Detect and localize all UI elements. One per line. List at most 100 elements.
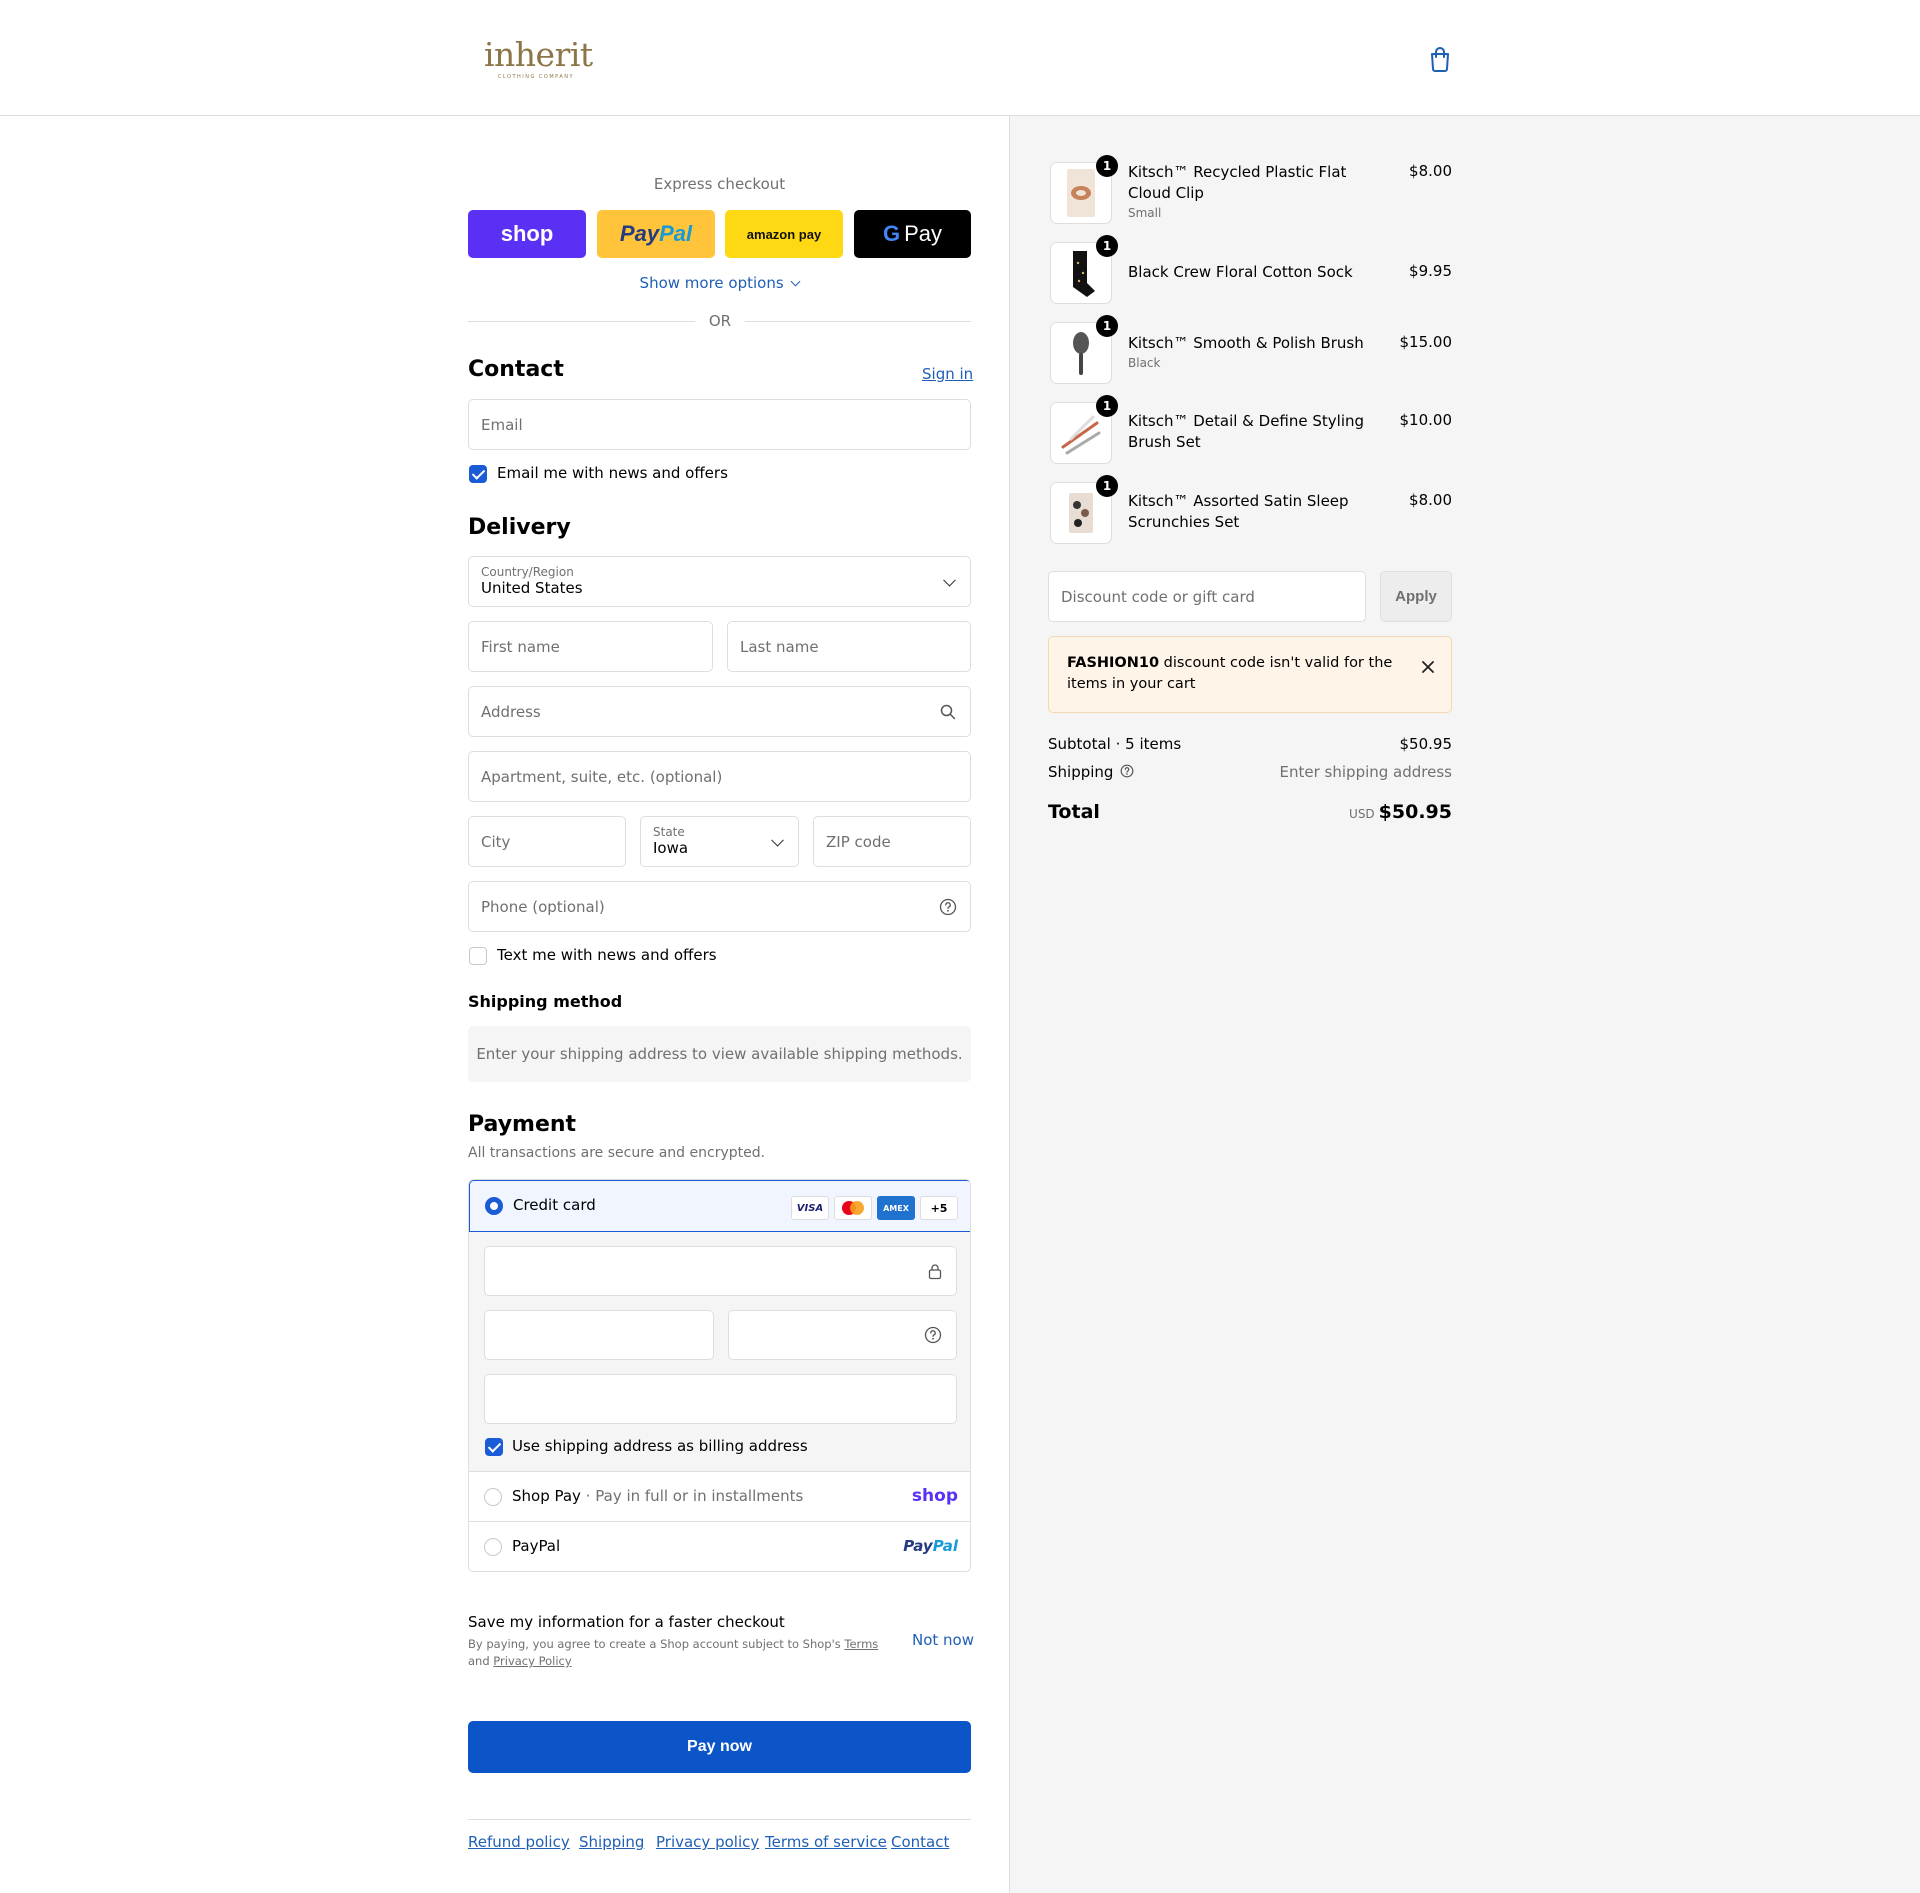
legal-and: and: [468, 1654, 490, 1668]
search-icon: [940, 704, 956, 724]
paypal-pay-text: Pay: [619, 221, 660, 246]
country-select[interactable]: Country/Region United States: [468, 556, 971, 607]
divider: [745, 321, 971, 322]
help-icon[interactable]: [939, 898, 957, 920]
state-label: State: [653, 825, 685, 839]
product-name: Kitsch™ Detail & Define Styling Brush Se…: [1128, 412, 1365, 451]
subtotal-value: $50.95: [1399, 735, 1453, 753]
shop-pay-radio[interactable]: [484, 1488, 502, 1506]
product-price: $10.00: [1399, 411, 1453, 429]
product-price: $8.00: [1409, 491, 1452, 509]
paypal-pal-text: Pal: [659, 221, 693, 246]
city-input[interactable]: City: [468, 816, 626, 867]
discount-error-alert: FASHION10 discount code isn't valid for …: [1048, 636, 1452, 713]
terms-of-service-link[interactable]: Terms of service: [765, 1833, 887, 1851]
contact-heading: Contact: [468, 357, 564, 382]
credit-card-radio[interactable]: [485, 1197, 503, 1215]
zip-placeholder: ZIP code: [826, 832, 891, 851]
mastercard-icon: [834, 1196, 872, 1220]
privacy-policy-footer-link[interactable]: Privacy policy: [656, 1833, 759, 1851]
shop-pay-button[interactable]: shop: [468, 210, 586, 258]
billing-address-checkbox[interactable]: [485, 1438, 503, 1456]
show-more-options-link[interactable]: Show more options: [468, 274, 971, 292]
currency-code: USD: [1349, 807, 1375, 821]
refund-policy-link[interactable]: Refund policy: [468, 1833, 570, 1851]
quantity-badge: 1: [1096, 475, 1118, 497]
shipping-link[interactable]: Shipping: [579, 1833, 644, 1851]
country-label: Country/Region: [481, 565, 574, 579]
paypal-button[interactable]: Pay Pal: [597, 210, 715, 258]
credit-card-form: Use shipping address as billing address: [469, 1232, 970, 1472]
paypal-option[interactable]: PayPal PayPal: [469, 1522, 970, 1571]
expiration-date-input[interactable]: [484, 1310, 714, 1360]
quantity-badge: 1: [1096, 155, 1118, 177]
phone-input[interactable]: Phone (optional): [468, 881, 971, 932]
payment-subtitle: All transactions are secure and encrypte…: [468, 1145, 766, 1161]
sign-in-link[interactable]: Sign in: [922, 365, 973, 383]
text-news-checkbox[interactable]: [469, 947, 487, 965]
apartment-input[interactable]: Apartment, suite, etc. (optional): [468, 751, 971, 802]
discount-code-text: FASHION10: [1067, 655, 1160, 671]
privacy-policy-link[interactable]: Privacy Policy: [493, 1654, 571, 1668]
email-placeholder: Email: [481, 415, 523, 434]
delivery-heading: Delivery: [468, 515, 571, 540]
credit-card-option[interactable]: Credit card VISA AMEX +5: [469, 1180, 970, 1232]
shop-pay-label: Shop Pay: [512, 1487, 581, 1505]
shop-pay-option[interactable]: Shop Pay · Pay in full or in installment…: [469, 1472, 970, 1522]
discount-code-input[interactable]: Discount code or gift card: [1048, 571, 1366, 622]
legal-prefix: By paying, you agree to create a Shop ac…: [468, 1637, 841, 1651]
quantity-badge: 1: [1096, 235, 1118, 257]
order-summary-panel: [1009, 116, 1920, 1893]
save-info-title: Save my information for a faster checkou…: [468, 1613, 785, 1631]
logo-text: inherit: [484, 35, 593, 74]
product-price: $15.00: [1399, 333, 1453, 351]
paypal-logo-pay: Pay: [903, 1537, 933, 1555]
paypal-logo-pal: Pal: [932, 1537, 958, 1555]
contact-link[interactable]: Contact: [891, 1833, 949, 1851]
shipping-label-text: Shipping: [1048, 763, 1114, 781]
pay-now-button[interactable]: Pay now: [468, 1721, 971, 1773]
shipping-method-message: Enter your shipping address to view avai…: [468, 1026, 971, 1082]
country-value: United States: [481, 579, 583, 597]
email-input[interactable]: Email: [468, 399, 971, 450]
amazon-pay-button[interactable]: amazon pay: [725, 210, 843, 258]
email-news-label: Email me with news and offers: [497, 464, 728, 482]
apply-discount-button[interactable]: Apply: [1380, 571, 1452, 622]
state-select[interactable]: State Iowa: [640, 816, 799, 867]
visa-icon: VISA: [791, 1196, 829, 1220]
save-info-legal: By paying, you agree to create a Shop ac…: [468, 1636, 898, 1670]
more-cards-badge: +5: [920, 1196, 958, 1220]
last-name-input[interactable]: Last name: [727, 621, 971, 672]
not-now-button[interactable]: Not now: [912, 1631, 974, 1649]
address-input[interactable]: Address: [468, 686, 971, 737]
header: inherit CLOTHING COMPANY: [0, 0, 1920, 116]
help-icon[interactable]: [924, 1326, 942, 1348]
product-name: Kitsch™ Smooth & Polish Brush: [1128, 334, 1364, 352]
product-price: $9.95: [1409, 262, 1452, 280]
payment-heading: Payment: [468, 1112, 577, 1137]
store-logo[interactable]: inherit CLOTHING COMPANY: [484, 35, 593, 81]
card-number-input[interactable]: [484, 1246, 957, 1296]
name-on-card-input[interactable]: [484, 1374, 957, 1424]
terms-link[interactable]: Terms: [844, 1637, 878, 1651]
product-name: Black Crew Floral Cotton Sock: [1128, 263, 1353, 281]
product-name: Kitsch™ Assorted Satin Sleep Scrunchies …: [1128, 492, 1349, 531]
shopping-bag-icon[interactable]: [1428, 46, 1452, 72]
first-name-input[interactable]: First name: [468, 621, 713, 672]
google-pay-button[interactable]: G Pay: [854, 210, 971, 258]
subtotal-label: Subtotal · 5 items: [1048, 735, 1182, 753]
security-code-input[interactable]: [728, 1310, 957, 1360]
email-news-checkbox[interactable]: [469, 465, 487, 483]
state-value: Iowa: [653, 839, 689, 857]
first-name-placeholder: First name: [481, 637, 560, 656]
help-icon[interactable]: [1120, 764, 1134, 782]
total-label: Total: [1048, 801, 1100, 823]
google-g-icon: G: [882, 221, 901, 246]
zip-input[interactable]: ZIP code: [813, 816, 971, 867]
shop-pay-logo: shop: [911, 1486, 958, 1506]
lock-icon: [928, 1263, 942, 1284]
shipping-label: Shipping: [1048, 763, 1134, 782]
product-name: Kitsch™ Recycled Plastic Flat Cloud Clip: [1128, 163, 1347, 202]
paypal-radio[interactable]: [484, 1538, 502, 1556]
close-icon[interactable]: [1422, 658, 1434, 677]
